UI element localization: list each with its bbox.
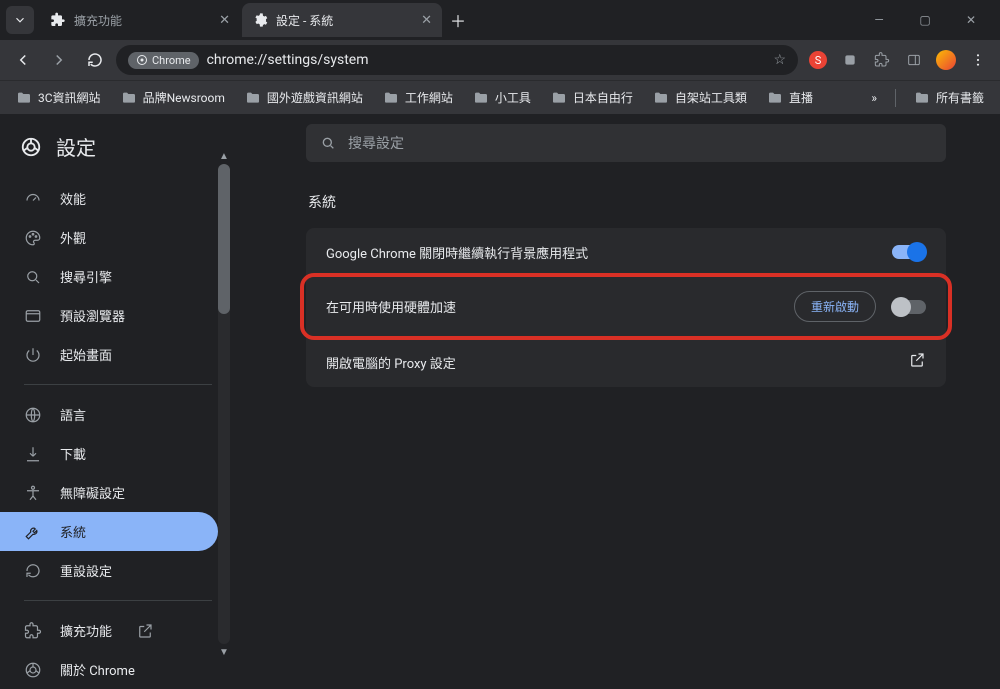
sidebar-item-search-engine[interactable]: 搜尋引擎 xyxy=(0,257,218,296)
toolbar: Chrome chrome://settings/system ☆ S xyxy=(0,40,1000,80)
row-label: 開啟電腦的 Proxy 設定 xyxy=(326,353,456,372)
chrome-icon xyxy=(24,661,42,679)
search-placeholder: 搜尋設定 xyxy=(348,133,404,153)
forward-button[interactable] xyxy=(44,45,74,75)
content-area: 設定 效能 外觀 搜尋引擎 預設瀏覽器 起始畫面 語言 下載 無障礙設定 系統 … xyxy=(0,114,1000,652)
sidebar-item-extensions[interactable]: 擴充功能 xyxy=(0,611,218,650)
side-panel-icon[interactable] xyxy=(900,46,928,74)
puzzle-icon xyxy=(50,12,66,28)
row-proxy-settings[interactable]: 開啟電腦的 Proxy 設定 xyxy=(306,337,946,387)
wrench-icon xyxy=(24,523,42,541)
row-label: Google Chrome 關閉時繼續執行背景應用程式 xyxy=(326,243,588,262)
bookmark-folder[interactable]: 工作網站 xyxy=(375,85,461,110)
bookmark-star-icon[interactable]: ☆ xyxy=(773,52,786,68)
sidebar-item-reset[interactable]: 重設設定 xyxy=(0,551,218,590)
scrollbar-thumb[interactable] xyxy=(218,164,230,314)
row-label: 在可用時使用硬體加速 xyxy=(326,297,456,316)
search-icon xyxy=(320,135,336,151)
extension-icon-2[interactable] xyxy=(836,46,864,74)
bookmark-folder[interactable]: 3C資訊網站 xyxy=(8,85,109,110)
window-minimize[interactable]: — xyxy=(856,4,902,36)
accessibility-icon xyxy=(24,484,42,502)
toggle-hardware-acceleration[interactable] xyxy=(892,300,926,314)
settings-search[interactable]: 搜尋設定 xyxy=(306,124,946,162)
palette-icon xyxy=(24,229,42,247)
sidebar-item-performance[interactable]: 效能 xyxy=(0,179,218,218)
new-tab-button[interactable]: ＋ xyxy=(444,6,472,34)
download-icon xyxy=(24,445,42,463)
chevron-down-icon xyxy=(13,13,27,27)
divider xyxy=(895,89,896,107)
scroll-up-icon[interactable]: ▲ xyxy=(218,150,230,162)
profile-avatar[interactable] xyxy=(932,46,960,74)
bookmark-folder[interactable]: 日本自由行 xyxy=(543,85,641,110)
gear-icon xyxy=(252,12,268,28)
relaunch-button[interactable]: 重新啟動 xyxy=(794,291,876,322)
window-controls: — ▢ ✕ xyxy=(856,4,994,36)
sidebar-item-downloads[interactable]: 下載 xyxy=(0,434,218,473)
tab-title: 擴充功能 xyxy=(74,12,122,29)
url-text: chrome://settings/system xyxy=(207,52,369,68)
settings-title: 設定 xyxy=(56,132,96,161)
address-bar[interactable]: Chrome chrome://settings/system ☆ xyxy=(116,45,798,75)
sidebar-item-system[interactable]: 系統 xyxy=(0,512,218,551)
extension-icon xyxy=(24,622,42,640)
extension-icon-1[interactable]: S xyxy=(804,46,832,74)
row-background-apps[interactable]: Google Chrome 關閉時繼續執行背景應用程式 xyxy=(306,228,946,276)
divider xyxy=(24,600,212,601)
bookmark-folder[interactable]: 小工具 xyxy=(465,85,539,110)
chrome-icon xyxy=(136,54,148,66)
browser-icon xyxy=(24,307,42,325)
globe-icon xyxy=(24,406,42,424)
tab-title: 設定 - 系統 xyxy=(276,12,333,29)
sidebar-scrollbar[interactable]: ▲ ▼ xyxy=(218,164,230,644)
window-close[interactable]: ✕ xyxy=(948,4,994,36)
back-button[interactable] xyxy=(8,45,38,75)
sidebar-item-default-browser[interactable]: 預設瀏覽器 xyxy=(0,296,218,335)
search-icon xyxy=(24,268,42,286)
sidebar-list: 效能 外觀 搜尋引擎 預設瀏覽器 起始畫面 語言 下載 無障礙設定 系統 重設設… xyxy=(0,179,232,689)
site-chip: Chrome xyxy=(128,52,199,69)
sidebar-item-languages[interactable]: 語言 xyxy=(0,395,218,434)
bookmarks-overflow[interactable]: » xyxy=(863,87,885,109)
sidebar-item-startup[interactable]: 起始畫面 xyxy=(0,335,218,374)
extension-icons: S xyxy=(804,46,992,74)
row-hardware-acceleration[interactable]: 在可用時使用硬體加速 重新啟動 xyxy=(306,277,946,336)
power-icon xyxy=(24,346,42,364)
scroll-down-icon[interactable]: ▼ xyxy=(218,646,230,658)
tab-extensions[interactable]: 擴充功能 ✕ xyxy=(40,3,240,37)
bookmark-folder[interactable]: 品牌Newsroom xyxy=(113,85,233,110)
bookmark-folder[interactable]: 直播 xyxy=(759,85,821,110)
reset-icon xyxy=(24,562,42,580)
site-chip-label: Chrome xyxy=(152,54,191,67)
extensions-puzzle-icon[interactable] xyxy=(868,46,896,74)
tabs-dropdown[interactable] xyxy=(6,6,34,34)
external-link-icon xyxy=(908,351,926,373)
settings-card: Google Chrome 關閉時繼續執行背景應用程式 在可用時使用硬體加速 重… xyxy=(306,228,946,387)
bookmark-folder[interactable]: 自架站工具類 xyxy=(645,85,755,110)
external-link-icon xyxy=(136,622,154,640)
sidebar-item-accessibility[interactable]: 無障礙設定 xyxy=(0,473,218,512)
sidebar-header: 設定 xyxy=(0,124,232,179)
chrome-logo-icon xyxy=(20,136,42,158)
tab-close-icon[interactable]: ✕ xyxy=(421,13,432,28)
bookmarks-bar: 3C資訊網站 品牌Newsroom 國外遊戲資訊網站 工作網站 小工具 日本自由… xyxy=(0,80,1000,114)
all-bookmarks[interactable]: 所有書籤 xyxy=(906,85,992,110)
sidebar-item-about[interactable]: 關於 Chrome xyxy=(0,650,218,689)
reload-button[interactable] xyxy=(80,45,110,75)
main-panel: 搜尋設定 系統 Google Chrome 關閉時繼續執行背景應用程式 在可用時… xyxy=(232,114,1000,652)
window-maximize[interactable]: ▢ xyxy=(902,4,948,36)
speed-icon xyxy=(24,190,42,208)
tab-settings[interactable]: 設定 - 系統 ✕ xyxy=(242,3,442,37)
menu-icon[interactable] xyxy=(964,46,992,74)
tab-close-icon[interactable]: ✕ xyxy=(219,13,230,28)
section-title: 系統 xyxy=(306,192,946,212)
toggle-background-apps[interactable] xyxy=(892,245,926,259)
settings-sidebar: 設定 效能 外觀 搜尋引擎 預設瀏覽器 起始畫面 語言 下載 無障礙設定 系統 … xyxy=(0,114,232,652)
bookmark-folder[interactable]: 國外遊戲資訊網站 xyxy=(237,85,371,110)
divider xyxy=(24,384,212,385)
tab-strip: 擴充功能 ✕ 設定 - 系統 ✕ ＋ — ▢ ✕ xyxy=(0,0,1000,40)
sidebar-item-appearance[interactable]: 外觀 xyxy=(0,218,218,257)
